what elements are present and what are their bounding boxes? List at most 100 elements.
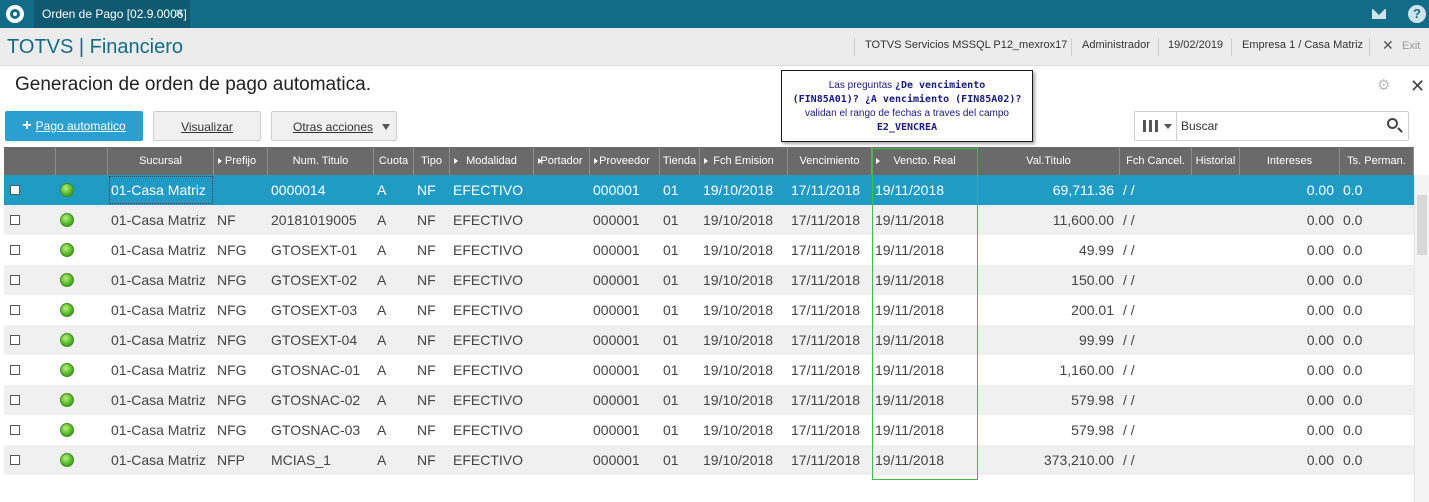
cell-tienda: 01 bbox=[663, 302, 679, 318]
column-header-intereses[interactable]: Intereses bbox=[1240, 147, 1340, 175]
status-green-icon bbox=[60, 183, 74, 197]
table-row[interactable]: 01-Casa Matriz 0000014 A NF EFECTIVO 000001 01… bbox=[4, 175, 1414, 205]
gear-icon[interactable]: ⚙ bbox=[1377, 78, 1392, 93]
row-checkbox[interactable] bbox=[10, 335, 20, 345]
table-row[interactable]: 01-Casa Matriz NFG GTOSNAC-02 A NF EFECTIVO 00… bbox=[4, 385, 1414, 415]
table-row[interactable]: 01-Casa Matriz NFG GTOSNAC-01 A NF EFECTIVO 00… bbox=[4, 355, 1414, 385]
cell-modalidad: EFECTIVO bbox=[453, 302, 524, 318]
totvs-logo-icon[interactable] bbox=[6, 5, 24, 23]
exit-icon[interactable]: ✕ bbox=[1382, 37, 1394, 54]
close-icon[interactable]: ✕ bbox=[1410, 76, 1425, 97]
row-checkbox[interactable] bbox=[10, 275, 20, 285]
column-header-emision[interactable]: Fch Emision bbox=[700, 147, 788, 175]
otras-acciones-button[interactable]: Otras acciones bbox=[271, 111, 397, 141]
cell-cuota: A bbox=[377, 422, 387, 438]
column-header-cuota[interactable]: Cuota bbox=[374, 147, 414, 175]
column-header-perman[interactable]: Ts. Perman. bbox=[1340, 147, 1414, 175]
search-input[interactable] bbox=[1181, 116, 1371, 136]
cell-tienda: 01 bbox=[663, 242, 679, 258]
app-brand: TOTVS | Financiero bbox=[7, 36, 183, 58]
cell-prefijo bbox=[217, 175, 268, 205]
cell-venc: 17/11/2018 bbox=[791, 212, 861, 228]
tooltip-line-1: Las preguntas ¿De vencimiento bbox=[782, 79, 1032, 93]
scrollbar-thumb[interactable] bbox=[1417, 195, 1427, 255]
cell-valor: 579.98 bbox=[1071, 392, 1114, 408]
row-checkbox[interactable] bbox=[10, 185, 20, 195]
exit-button[interactable]: Exit bbox=[1402, 40, 1420, 52]
search-icon[interactable] bbox=[1387, 118, 1398, 129]
cell-prefijo: NFG bbox=[217, 302, 247, 318]
visualizar-button[interactable]: Visualizar bbox=[153, 111, 261, 141]
column-header-modalidad[interactable]: Modalidad bbox=[450, 147, 534, 175]
column-header-historial[interactable]: Historial bbox=[1192, 147, 1240, 175]
column-header-tienda[interactable]: Tienda bbox=[660, 147, 700, 175]
table-row[interactable]: 01-Casa Matriz NFG GTOSEXT-03 A NF EFECTIVO 00… bbox=[4, 295, 1414, 325]
cell-cuota: A bbox=[377, 272, 387, 288]
table-row[interactable]: 01-Casa Matriz NFP MCIAS_1 A NF EFECTIVO 00000… bbox=[4, 445, 1414, 475]
table-row[interactable]: 01-Casa Matriz NF 20181019005 A NF EFECTIVO 00… bbox=[4, 205, 1414, 235]
column-header-cancel[interactable]: Fch Cancel. bbox=[1120, 147, 1192, 175]
vertical-scrollbar[interactable] bbox=[1414, 175, 1429, 502]
column-selector-button[interactable] bbox=[1135, 112, 1177, 140]
cell-proveedor: 000001 bbox=[593, 332, 640, 348]
cell-cancel: / / bbox=[1123, 422, 1135, 438]
table-row[interactable]: 01-Casa Matriz NFG GTOSEXT-01 A NF EFECTIVO 00… bbox=[4, 235, 1414, 265]
row-checkbox[interactable] bbox=[10, 395, 20, 405]
cell-prefijo: NFG bbox=[217, 422, 247, 438]
row-checkbox[interactable] bbox=[10, 215, 20, 225]
cell-sucursal: 01-Casa Matriz bbox=[111, 272, 206, 288]
column-header-portador[interactable]: Portador bbox=[534, 147, 590, 175]
cell-num: GTOSEXT-02 bbox=[271, 272, 358, 288]
cell-sucursal: 01-Casa Matriz bbox=[111, 242, 206, 258]
tab-close-icon[interactable]: ✕ bbox=[175, 0, 184, 28]
column-header-sucursal[interactable]: Sucursal bbox=[108, 147, 214, 175]
row-checkbox[interactable] bbox=[10, 455, 20, 465]
cell-tienda: 01 bbox=[663, 362, 679, 378]
table-row[interactable]: 01-Casa Matriz NFG GTOSNAC-03 A NF EFECTIVO 00… bbox=[4, 415, 1414, 445]
cell-venc: 17/11/2018 bbox=[791, 362, 861, 378]
cell-historial bbox=[1195, 325, 1240, 355]
grid-header: Sucursal Prefijo Num. Titulo Cuota Tipo Modal… bbox=[4, 147, 1414, 175]
pago-automatico-button[interactable]: + Pago automatico bbox=[5, 111, 143, 141]
row-checkbox[interactable] bbox=[10, 305, 20, 315]
cell-modalidad: EFECTIVO bbox=[453, 332, 524, 348]
column-header-label: Num. Titulo bbox=[292, 155, 349, 167]
server-info: TOTVS Servicios MSSQL P12_mexrox17 bbox=[865, 39, 1068, 51]
tab-orden-de-pago[interactable]: Orden de Pago [02.9.0006] ✕ bbox=[34, 0, 190, 28]
column-header-proveedor[interactable]: Proveedor bbox=[590, 147, 660, 175]
row-checkbox[interactable] bbox=[10, 365, 20, 375]
help-icon[interactable]: ? bbox=[1408, 5, 1426, 23]
mail-icon[interactable] bbox=[1370, 5, 1388, 23]
column-header-prefijo[interactable]: Prefijo bbox=[214, 147, 268, 175]
column-header-label: Fch Cancel. bbox=[1126, 155, 1185, 167]
cell-intereses: 0.00 bbox=[1306, 242, 1334, 258]
cell-proveedor: 000001 bbox=[593, 242, 640, 258]
column-header-num[interactable]: Num. Titulo bbox=[268, 147, 374, 175]
cell-proveedor: 000001 bbox=[593, 452, 640, 468]
column-header-label: Modalidad bbox=[466, 155, 517, 167]
column-header-tipo[interactable]: Tipo bbox=[414, 147, 450, 175]
top-bar: Orden de Pago [02.9.0006] ✕ ? bbox=[0, 0, 1429, 28]
table-row[interactable]: 01-Casa Matriz NFG GTOSEXT-04 A NF EFECTIVO 00… bbox=[4, 325, 1414, 355]
row-checkbox[interactable] bbox=[10, 245, 20, 255]
column-header-valor[interactable]: Val.Titulo bbox=[978, 147, 1120, 175]
status-green-icon bbox=[60, 453, 74, 467]
table-row[interactable]: 01-Casa Matriz NFG GTOSEXT-02 A NF EFECTIVO 00… bbox=[4, 265, 1414, 295]
cell-valor: 200.01 bbox=[1071, 302, 1114, 318]
cell-intereses: 0.00 bbox=[1306, 332, 1334, 348]
cell-prefijo: NFP bbox=[217, 452, 245, 468]
cell-tienda: 01 bbox=[663, 332, 679, 348]
status-green-icon bbox=[60, 333, 74, 347]
column-header-venc[interactable]: Vencimiento bbox=[788, 147, 872, 175]
row-checkbox[interactable] bbox=[10, 425, 20, 435]
cell-cuota: A bbox=[377, 182, 387, 198]
column-header-vreal[interactable]: Vencto. Real bbox=[872, 147, 978, 175]
tooltip-line-2: (FIN85A01)? ¿A vencimiento (FIN85A02)? bbox=[782, 93, 1032, 107]
cell-modalidad: EFECTIVO bbox=[453, 182, 524, 198]
chevron-down-icon bbox=[382, 124, 390, 130]
cell-sucursal: 01-Casa Matriz bbox=[111, 182, 206, 198]
cell-proveedor: 000001 bbox=[593, 302, 640, 318]
cell-cancel: / / bbox=[1123, 272, 1135, 288]
cell-cuota: A bbox=[377, 392, 387, 408]
cell-intereses: 0.00 bbox=[1306, 392, 1334, 408]
